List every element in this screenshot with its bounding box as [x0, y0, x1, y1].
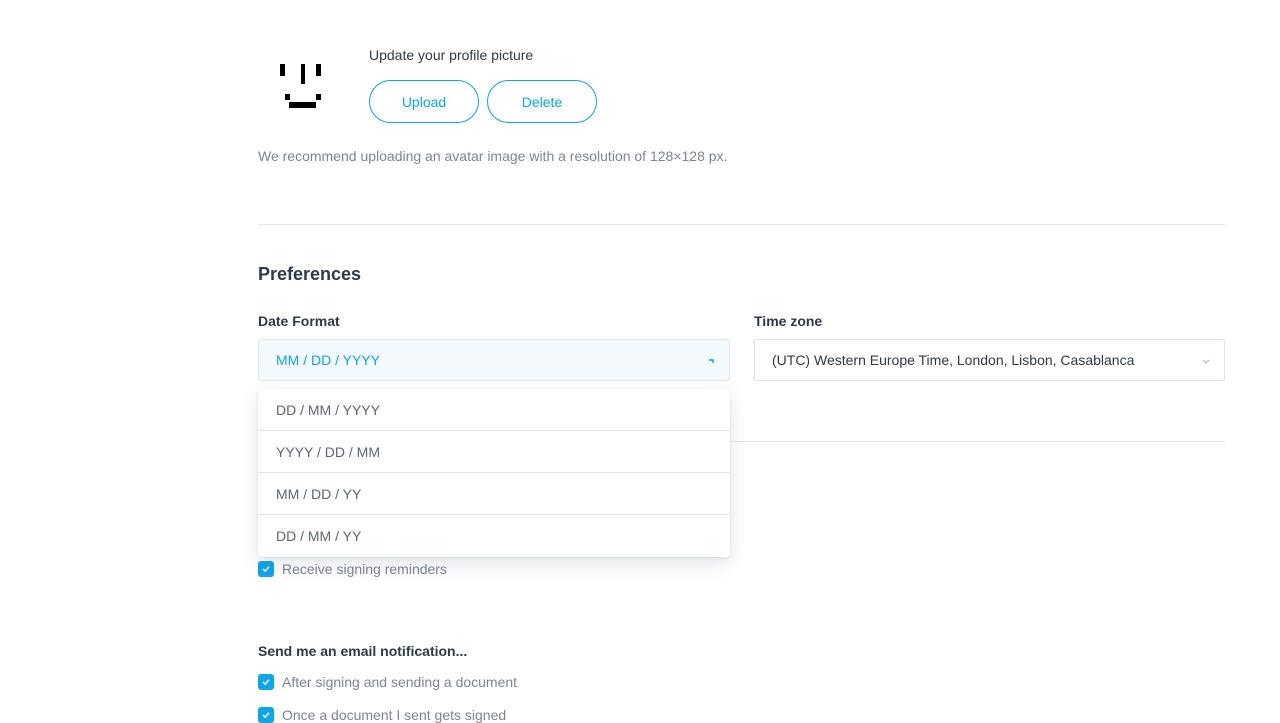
delete-button[interactable]: Delete	[487, 80, 597, 123]
checkmark-icon	[262, 566, 270, 573]
section-divider	[258, 224, 1225, 225]
signing-reminders-row[interactable]: Receive signing reminders	[258, 561, 447, 577]
chevron-up-icon	[709, 359, 714, 363]
avatar	[272, 56, 332, 116]
date-format-option[interactable]: DD / MM / YYYY	[258, 389, 730, 431]
chevron-down-icon	[1202, 359, 1210, 364]
checkmark-icon	[262, 712, 270, 719]
date-format-selected: MM / DD / YYYY	[276, 352, 380, 368]
date-format-option[interactable]: YYYY / DD / MM	[258, 431, 730, 473]
date-format-select[interactable]: MM / DD / YYYY	[258, 339, 730, 381]
date-format-dropdown: DD / MM / YYYY YYYY / DD / MM MM / DD / …	[258, 389, 730, 557]
avatar-hint: We recommend uploading an avatar image w…	[258, 148, 728, 164]
time-zone-selected: (UTC) Western Europe Time, London, Lisbo…	[772, 352, 1135, 368]
time-zone-select[interactable]: (UTC) Western Europe Time, London, Lisbo…	[754, 339, 1225, 381]
time-zone-label: Time zone	[754, 313, 823, 329]
checkbox[interactable]	[258, 561, 274, 577]
preferences-title: Preferences	[258, 264, 362, 284]
notify-after-signing-label: After signing and sending a document	[282, 674, 518, 690]
upload-button[interactable]: Upload	[369, 80, 479, 123]
checkbox[interactable]	[258, 674, 274, 690]
notify-after-signing-row[interactable]: After signing and sending a document	[258, 674, 517, 690]
date-format-label: Date Format	[258, 313, 340, 329]
email-notification-heading: Send me an email notification...	[258, 643, 468, 659]
signing-reminders-label: Receive signing reminders	[282, 561, 447, 577]
checkbox[interactable]	[258, 707, 274, 723]
notify-doc-signed-row[interactable]: Once a document I sent gets signed	[258, 707, 506, 723]
date-format-option[interactable]: DD / MM / YY	[258, 515, 730, 557]
pixel-face-icon	[280, 64, 321, 108]
profile-picture-heading: Update your profile picture	[369, 47, 534, 63]
checkmark-icon	[262, 679, 270, 686]
notify-doc-signed-label: Once a document I sent gets signed	[282, 707, 507, 723]
date-format-option[interactable]: MM / DD / YY	[258, 473, 730, 515]
